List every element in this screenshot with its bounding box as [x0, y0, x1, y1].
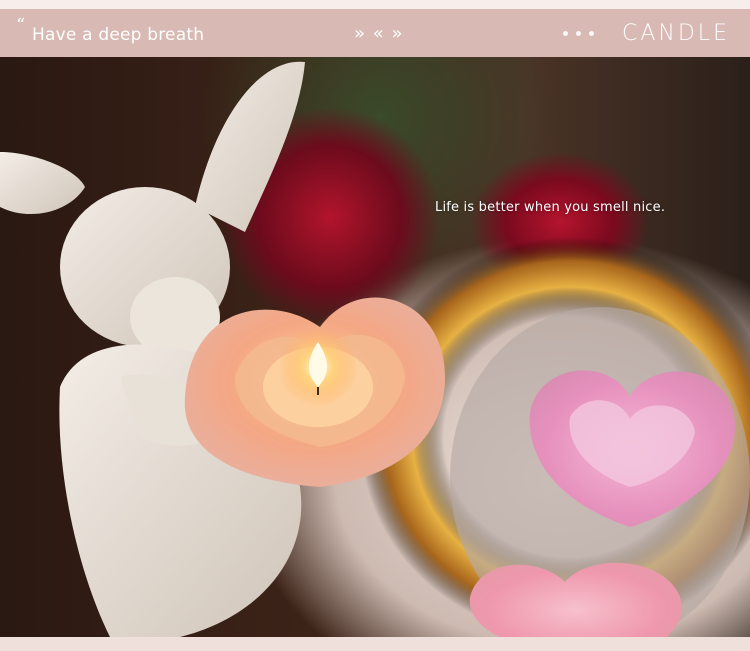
top-border-strip	[0, 0, 750, 9]
tagline-text: Have a deep breath	[32, 25, 205, 45]
decorative-dots	[563, 31, 594, 36]
dot	[563, 31, 568, 36]
quote-mark: “	[16, 15, 26, 36]
photo-caption: Life is better when you smell nice.	[435, 200, 666, 215]
photo-illustration	[0, 61, 750, 637]
brand-name: CANDLE	[622, 21, 730, 46]
decorative-arrows: » « »	[354, 23, 404, 44]
header-banner: “ Have a deep breath » « » CANDLE	[0, 9, 750, 57]
pink-rose-candle-bottom	[469, 562, 682, 637]
product-photo: Life is better when you smell nice.	[0, 57, 750, 637]
bottom-border-strip	[0, 637, 750, 651]
dot	[576, 31, 581, 36]
candle-flame	[278, 327, 358, 407]
dot	[589, 31, 594, 36]
